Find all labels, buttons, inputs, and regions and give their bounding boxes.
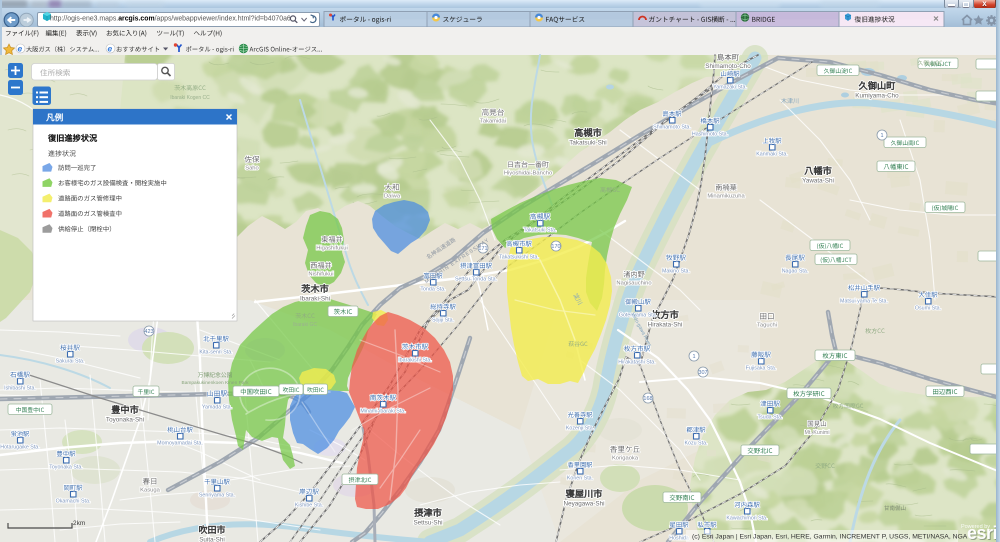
svg-text:1: 1	[880, 133, 883, 139]
svg-text:Ibaraki-Shi: Ibaraki-Shi	[300, 296, 330, 303]
svg-text:Hoshida: Hoshida	[669, 536, 688, 542]
svg-text:Nagisauchino: Nagisauchino	[616, 281, 651, 287]
svg-text:(c) Esri Japan | Esri Japan, E: (c) Esri Japan | Esri Japan, Esri, HERE,…	[692, 534, 968, 541]
svg-text:Bampakukinenkoen Kinen Park: Bampakukinenkoen Kinen Park	[182, 380, 250, 386]
svg-text:Kozu Sta.: Kozu Sta.	[685, 441, 708, 447]
svg-text:Ibaraki Kogen CC: Ibaraki Kogen CC	[170, 95, 210, 101]
svg-text:Takatsuki Sta.: Takatsuki Sta.	[524, 228, 557, 234]
svg-text:Fujisaka Sta.: Fujisaka Sta.	[746, 366, 777, 372]
svg-text:Tsuda Sta.: Tsuda Sta.	[757, 415, 782, 421]
svg-text:Toyonaka-Shi: Toyonaka-Shi	[106, 417, 144, 424]
svg-text:Yawata-Shi: Yawata-Shi	[802, 178, 834, 185]
svg-text:Sakurai Sta.: Sakurai Sta.	[56, 359, 85, 365]
svg-text:307: 307	[698, 370, 707, 376]
svg-text:2km: 2km	[73, 520, 85, 527]
svg-text:Neyagawa-Shi: Neyagawa-Shi	[564, 501, 605, 508]
svg-text:Hiyoshidai-Bancho: Hiyoshidai-Bancho	[504, 171, 552, 177]
svg-text:Kozenji Sta.: Kozenji Sta.	[566, 426, 594, 432]
svg-text:Nagao Sta.: Nagao Sta.	[782, 269, 809, 275]
svg-text:Senriyama Sta.: Senriyama Sta.	[199, 493, 235, 499]
svg-text:Hotarugaike Sta.: Hotarugaike Sta.	[0, 445, 39, 451]
svg-text:Takamidai: Takamidai	[480, 119, 506, 125]
svg-text:Kita-senri Sta.: Kita-senri Sta.	[199, 350, 232, 356]
svg-text:Shimamoto Sta.: Shimamoto Sta.	[653, 125, 691, 131]
svg-text:Yamazaki Sta.: Yamazaki Sta.	[713, 85, 747, 91]
svg-text:Kanmaki Sta.: Kanmaki Sta.	[756, 152, 788, 158]
svg-text:Hirakata-Shi: Hirakata-Shi	[648, 322, 683, 329]
svg-text:Shimamoto-Cho: Shimamoto-Cho	[705, 63, 751, 70]
svg-text:Tonda Sta.: Tonda Sta.	[420, 287, 445, 293]
svg-text:168: 168	[643, 396, 652, 402]
svg-text:e: e	[108, 43, 113, 53]
svg-text:Matsui yama Te Sta.: Matsui yama Te Sta.	[840, 299, 888, 305]
svg-text:Sojiji Sta.: Sojiji Sta.	[432, 318, 454, 324]
svg-text:Mt. Kunimi: Mt. Kunimi	[804, 430, 829, 436]
svg-text:Settsu-Shi: Settsu-Shi	[413, 520, 442, 527]
svg-text:Momoyamadai Sta.: Momoyamadai Sta.	[157, 441, 203, 447]
svg-text:Taguchi: Taguchi	[757, 323, 777, 329]
svg-text:http://ogis-ene3.maps.arcgis.c: http://ogis-ene3.maps.arcgis.com/apps/we…	[50, 16, 291, 23]
svg-text:Okamachi Sta.: Okamachi Sta.	[56, 499, 91, 505]
svg-text:Hirakatashi Sta.: Hirakatashi Sta.	[618, 360, 655, 366]
svg-text:Makino Sta.: Makino Sta.	[662, 269, 690, 275]
svg-text:Ishibashi Sta.: Ishibashi Sta.	[4, 386, 36, 392]
svg-text:Osumi Sta.: Osumi Sta.	[915, 306, 941, 312]
svg-text:e: e	[18, 43, 23, 53]
svg-text:Korien Sta.: Korien Sta.	[567, 476, 593, 482]
svg-text:Kumiyama-Cho: Kumiyama-Cho	[855, 93, 899, 100]
svg-text:Nishifukui: Nishifukui	[308, 272, 333, 278]
svg-text:Suita-Shi: Suita-Shi	[199, 537, 225, 542]
svg-text:Ibarakishi Sta.: Ibarakishi Sta.	[398, 358, 432, 364]
svg-text:Takatsuki-Shi: Takatsuki-Shi	[569, 140, 606, 147]
svg-text:Daiwa: Daiwa	[384, 194, 401, 200]
svg-text:Minami-ibaraki Sta.: Minami-ibaraki Sta.	[360, 409, 405, 415]
svg-text:Toyonaka Sta.: Toyonaka Sta.	[49, 465, 83, 471]
svg-text:Kawachimori Sta.: Kawachimori Sta.	[726, 516, 767, 522]
svg-text:Minamikuzuha: Minamikuzuha	[707, 194, 745, 200]
svg-text:170: 170	[551, 244, 560, 250]
svg-text:Saho: Saho	[245, 166, 259, 172]
svg-text:Yamada Sta.: Yamada Sta.	[202, 405, 232, 411]
svg-text:Higashifukui: Higashifukui	[316, 246, 348, 252]
svg-text:esri: esri	[967, 523, 997, 542]
svg-text:Korigaoka: Korigaoka	[612, 456, 639, 462]
svg-text:1: 1	[692, 354, 695, 360]
svg-text:Ibaraki GC: Ibaraki GC	[293, 322, 317, 328]
svg-text:423: 423	[144, 329, 153, 335]
svg-text:Settsu-Tonda Sta.: Settsu-Tonda Sta.	[455, 277, 497, 283]
svg-text:Kasuga: Kasuga	[140, 488, 160, 494]
svg-text:Kishibe Sta.: Kishibe Sta.	[295, 503, 323, 509]
svg-text:Takatsukishi Sta.: Takatsukishi Sta.	[499, 255, 539, 261]
svg-text:Hashimoto Sta.: Hashimoto Sta.	[692, 132, 728, 138]
